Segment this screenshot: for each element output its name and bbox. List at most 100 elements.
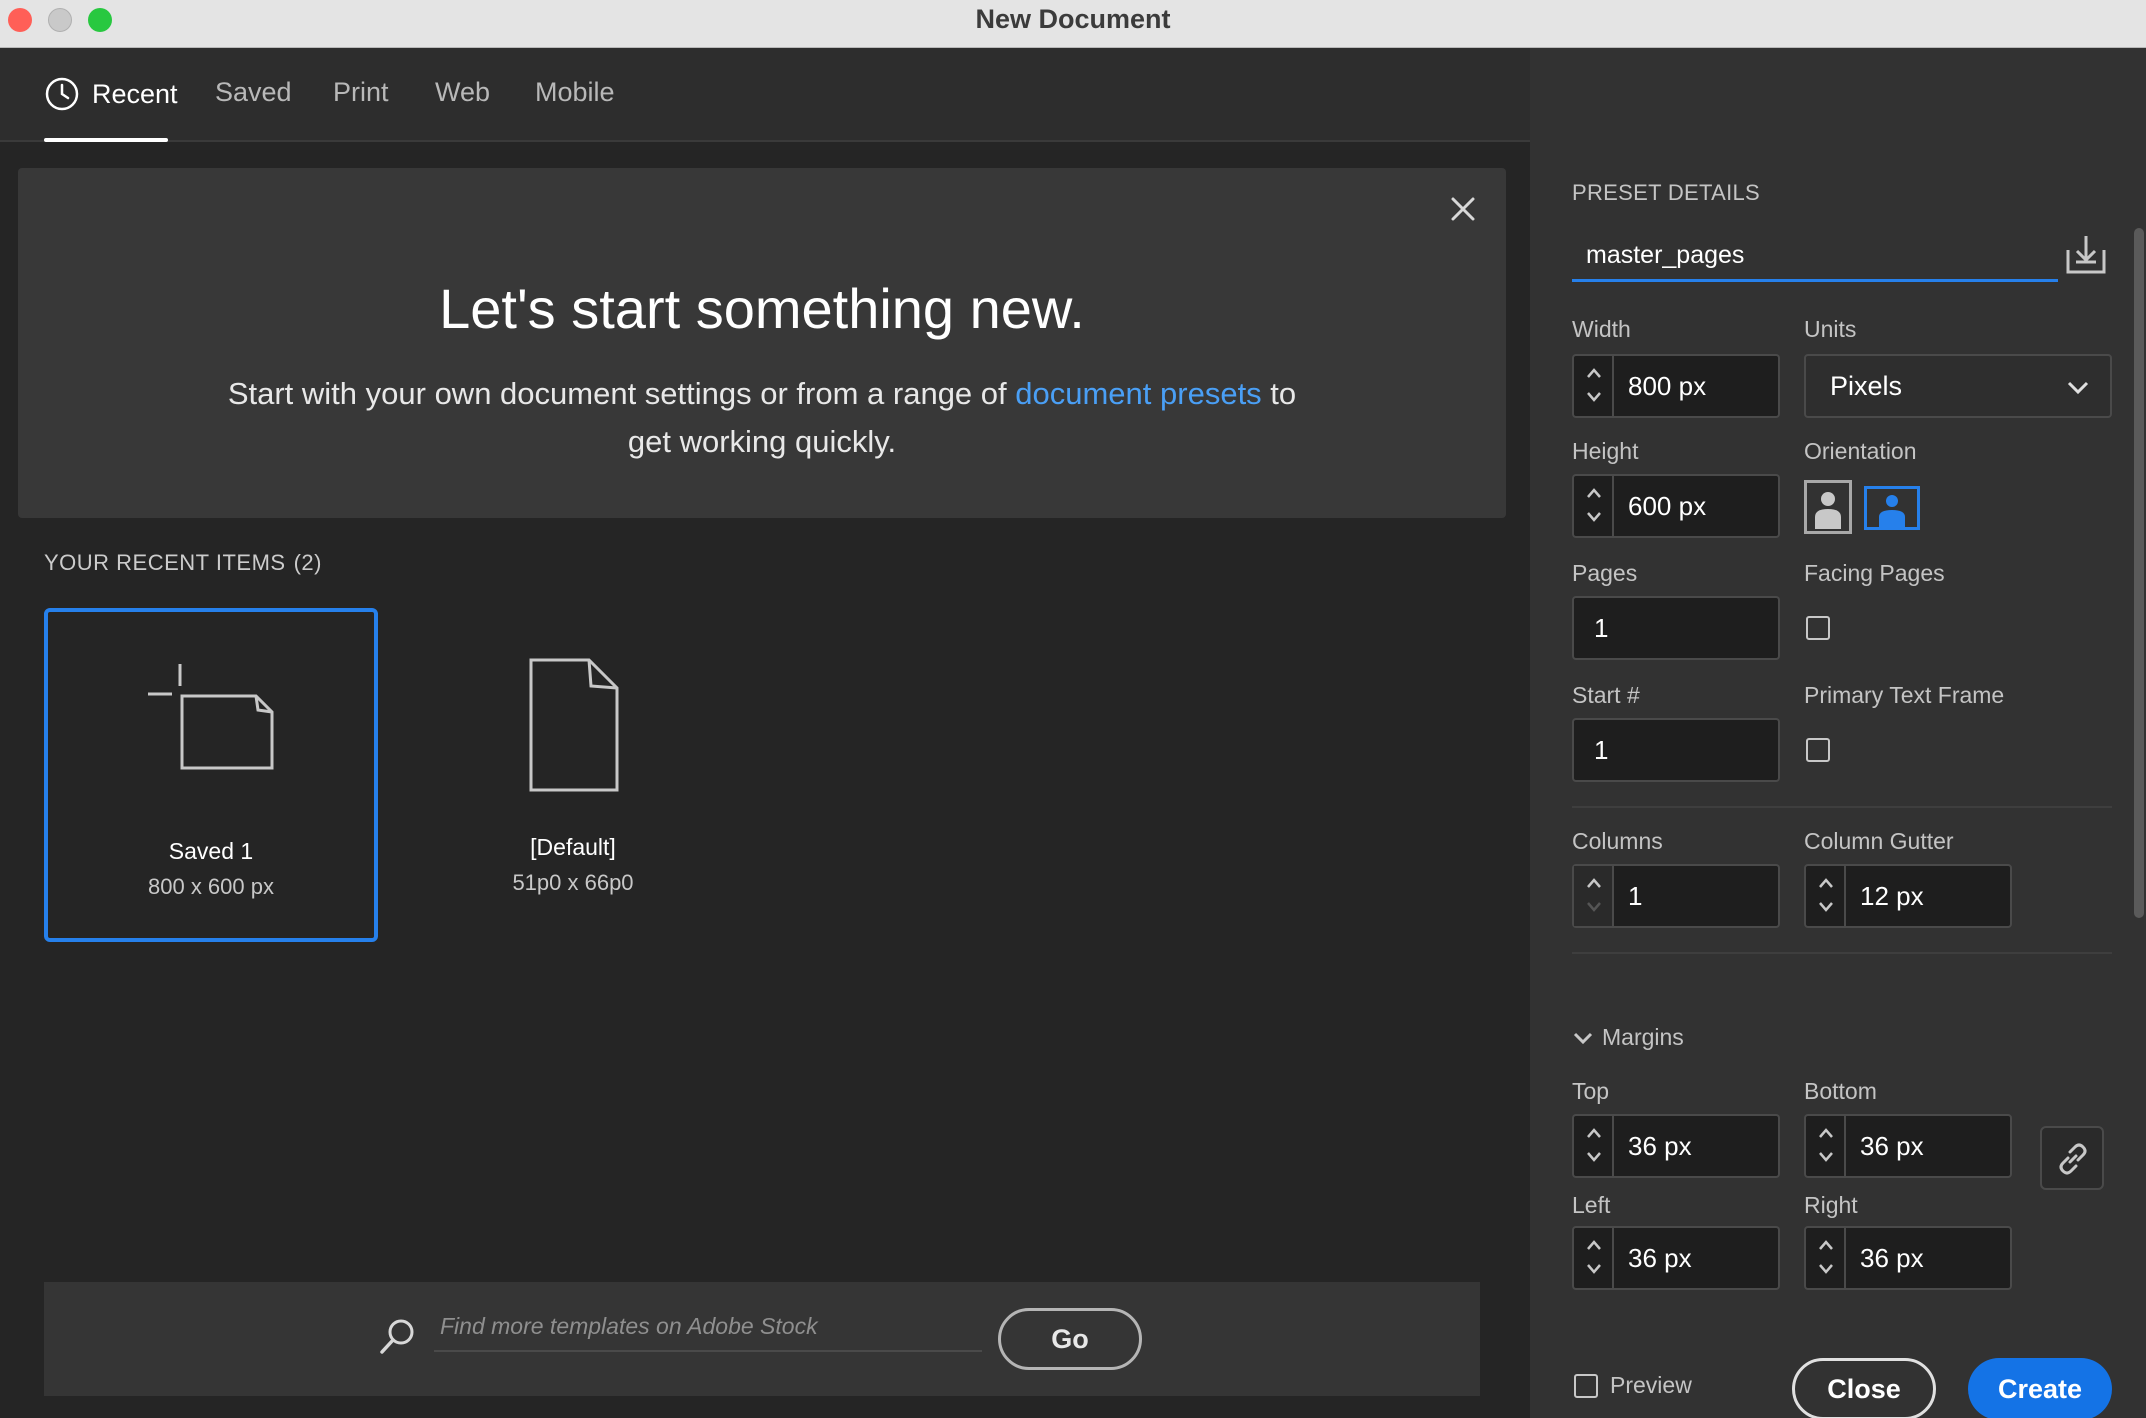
chevron-up-icon [1587, 488, 1601, 498]
recent-item-saved-1[interactable]: Saved 1 800 x 600 px [44, 608, 378, 942]
landscape-person-icon [1879, 495, 1905, 527]
margin-bottom-value: 36 px [1860, 1131, 1924, 1161]
scrollbar-thumb[interactable] [2134, 228, 2144, 918]
margin-top-label: Top [1572, 1078, 1610, 1104]
units-value: Pixels [1830, 371, 1903, 401]
portrait-person-icon [1815, 492, 1841, 529]
chain-link-icon [2059, 1143, 2087, 1175]
recent-panel: Let's start something new. Start with yo… [0, 142, 1530, 1418]
preset-name-input[interactable] [1572, 232, 2058, 282]
divider [1572, 806, 2112, 808]
margin-bottom-stepper[interactable] [1806, 1116, 1846, 1176]
column-gutter-label: Column Gutter [1804, 828, 1954, 854]
welcome-banner: Let's start something new. Start with yo… [18, 168, 1506, 518]
chevron-up-icon [1587, 878, 1601, 888]
link-margins-button[interactable] [2040, 1126, 2104, 1190]
width-stepper[interactable] [1574, 356, 1614, 416]
recent-item-name: [Default] [530, 834, 616, 860]
chevron-down-icon [1587, 902, 1601, 912]
chevron-down-icon [1587, 1152, 1601, 1162]
chevron-down-icon [1587, 392, 1601, 402]
title-bar: New Document [0, 0, 2146, 48]
pages-field[interactable]: 1 [1572, 596, 1780, 660]
document-presets-link[interactable]: document presets [1015, 376, 1261, 411]
margin-right-stepper[interactable] [1806, 1228, 1846, 1288]
chevron-up-icon [1819, 878, 1833, 888]
margins-section-toggle[interactable]: Margins [1572, 1024, 1684, 1051]
go-button[interactable]: Go [998, 1308, 1142, 1370]
height-value: 600 px [1628, 491, 1707, 521]
tab-mobile[interactable]: Mobile [535, 76, 615, 108]
chevron-down-icon [1573, 1032, 1593, 1044]
preview-toggle[interactable]: Preview [1574, 1372, 1692, 1399]
start-page-label: Start # [1572, 682, 1640, 708]
tab-web[interactable]: Web [435, 76, 490, 108]
stock-search-bar: Go [44, 1282, 1480, 1396]
margin-left-value: 36 px [1628, 1243, 1692, 1273]
margin-right-value: 36 px [1860, 1243, 1924, 1273]
start-page-field[interactable]: 1 [1572, 718, 1780, 782]
stock-search-input[interactable] [434, 1302, 982, 1352]
height-field[interactable]: 600 px [1572, 474, 1780, 538]
primary-text-frame-label: Primary Text Frame [1804, 682, 2005, 708]
preset-details-panel: PRESET DETAILS Width Units 800 px Pixels… [1530, 48, 2146, 1418]
banner-title: Let's start something new. [439, 277, 1085, 340]
preview-checkbox[interactable] [1574, 1373, 1598, 1398]
height-label: Height [1572, 438, 1639, 464]
close-button[interactable]: Close [1792, 1358, 1936, 1418]
divider [1572, 952, 2112, 954]
height-stepper[interactable] [1574, 476, 1614, 536]
columns-stepper[interactable] [1574, 866, 1614, 926]
margin-top-stepper[interactable] [1574, 1116, 1614, 1176]
clock-icon [45, 77, 79, 111]
width-field[interactable]: 800 px [1572, 354, 1780, 418]
recent-items-count: (2) [293, 550, 322, 575]
preset-details-heading: PRESET DETAILS [1572, 180, 1760, 205]
recent-item-default[interactable]: [Default] 51p0 x 66p0 [406, 608, 740, 942]
margin-left-field[interactable]: 36 px [1572, 1226, 1780, 1290]
margin-bottom-label: Bottom [1804, 1078, 1877, 1104]
tab-recent-label: Recent [92, 79, 178, 109]
columns-field[interactable]: 1 [1572, 864, 1780, 928]
facing-pages-checkbox[interactable] [1806, 616, 1830, 640]
units-label: Units [1804, 316, 1857, 342]
margin-left-stepper[interactable] [1574, 1228, 1614, 1288]
recent-item-size: 51p0 x 66p0 [512, 870, 634, 895]
chevron-up-icon [1587, 1240, 1601, 1250]
chevron-down-icon [1819, 1152, 1833, 1162]
save-preset-icon[interactable] [2064, 232, 2108, 276]
width-value: 800 px [1628, 371, 1707, 401]
primary-text-frame-checkbox[interactable] [1806, 738, 1830, 762]
margin-top-value: 36 px [1628, 1131, 1692, 1161]
chevron-down-icon [1587, 1264, 1601, 1274]
units-dropdown[interactable]: Pixels [1804, 354, 2112, 418]
close-icon[interactable] [1448, 194, 1478, 224]
recent-item-name: Saved 1 [168, 838, 254, 864]
chevron-up-icon [1819, 1240, 1833, 1250]
pages-label: Pages [1572, 560, 1638, 586]
tab-recent[interactable]: Recent [44, 76, 178, 112]
document-icon [529, 658, 619, 792]
pages-value: 1 [1594, 613, 1609, 643]
margin-top-field[interactable]: 36 px [1572, 1114, 1780, 1178]
tab-print[interactable]: Print [333, 76, 389, 108]
chevron-up-icon [1587, 1128, 1601, 1138]
chevron-down-icon [1819, 1264, 1833, 1274]
margin-right-field[interactable]: 36 px [1804, 1226, 2012, 1290]
recent-items-heading: YOUR RECENT ITEMS (2) [44, 550, 322, 576]
width-label: Width [1572, 316, 1631, 342]
landscape-orientation-button[interactable] [1864, 486, 1920, 530]
tab-saved[interactable]: Saved [215, 76, 292, 108]
recent-items-label: YOUR RECENT ITEMS [44, 550, 286, 575]
preview-label: Preview [1610, 1372, 1692, 1398]
chevron-up-icon [1819, 1128, 1833, 1138]
tab-bar: Recent Saved Print Web Mobile [0, 48, 1530, 142]
margin-bottom-field[interactable]: 36 px [1804, 1114, 2012, 1178]
chevron-down-icon [1819, 902, 1833, 912]
portrait-orientation-button[interactable] [1804, 480, 1852, 534]
column-gutter-stepper[interactable] [1806, 866, 1846, 926]
margins-label: Margins [1602, 1024, 1684, 1050]
create-button[interactable]: Create [1968, 1358, 2112, 1418]
column-gutter-field[interactable]: 12 px [1804, 864, 2012, 928]
margin-left-label: Left [1572, 1192, 1611, 1218]
